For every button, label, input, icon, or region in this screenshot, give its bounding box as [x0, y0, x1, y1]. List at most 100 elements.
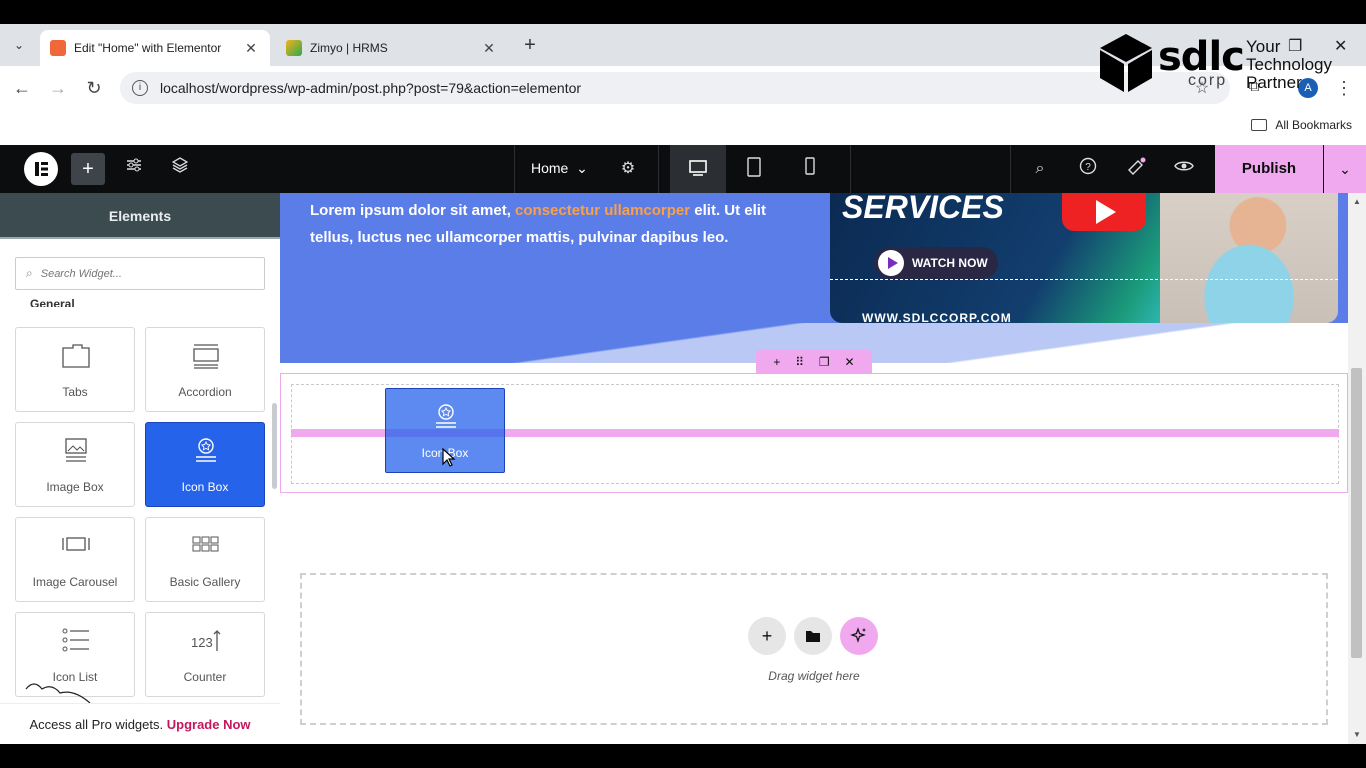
- image-carousel-icon: [62, 537, 90, 551]
- widget-image-box[interactable]: Image Box: [15, 422, 135, 507]
- zimyo-favicon-icon: [286, 40, 302, 56]
- site-info-icon[interactable]: i: [132, 80, 148, 96]
- tab-search-chevron-icon[interactable]: ⌄: [8, 34, 30, 56]
- forward-arrow-icon[interactable]: →: [48, 78, 68, 99]
- widget-tabs[interactable]: Tabs: [15, 327, 135, 412]
- publish-options-chevron-icon[interactable]: ⌄: [1324, 145, 1366, 193]
- divider: [514, 145, 515, 193]
- hero-text-highlight: consectetur ullamcorper: [515, 202, 691, 219]
- ai-sparkle-button[interactable]: [840, 617, 878, 655]
- elementor-top-bar: + Home ⌄ ⚙ ⌕ ? Publish ⌄: [0, 145, 1366, 193]
- widget-label: Image Carousel: [32, 575, 118, 589]
- help-icon[interactable]: ?: [1076, 157, 1100, 181]
- tabs-icon: [62, 344, 90, 368]
- elementor-logo-icon[interactable]: [24, 152, 58, 186]
- panel-scrollbar[interactable]: [272, 403, 277, 489]
- panel-title[interactable]: Elements: [0, 193, 280, 239]
- drop-hint: Drag widget here: [768, 669, 860, 683]
- section-toolbar: + ⠿ ❐ ✕: [756, 350, 872, 374]
- scroll-up-arrow-icon[interactable]: ▲: [1348, 197, 1366, 206]
- template-library-folder-icon[interactable]: [794, 617, 832, 655]
- widget-basic-gallery[interactable]: Basic Gallery: [145, 517, 265, 602]
- drag-handle-icon[interactable]: ⠿: [795, 355, 804, 369]
- divider: [1010, 145, 1011, 193]
- delete-section-icon[interactable]: ✕: [844, 355, 854, 369]
- tab-title: Zimyo | HRMS: [310, 41, 388, 55]
- svg-text:?: ?: [1085, 162, 1091, 173]
- widget-label: Counter: [183, 670, 227, 684]
- whats-new-megaphone-icon[interactable]: [1124, 157, 1148, 181]
- widget-label: Image Box: [46, 480, 104, 494]
- hero-section[interactable]: Lorem ipsum dolor sit amet, consectetur …: [280, 193, 1348, 343]
- site-settings-icon[interactable]: [122, 157, 146, 181]
- tab-elementor[interactable]: Edit "Home" with Elementor ✕: [40, 30, 270, 66]
- preview-eye-icon[interactable]: [1172, 157, 1196, 181]
- scrollbar-thumb[interactable]: [1351, 368, 1362, 658]
- scroll-down-arrow-icon[interactable]: ▼: [1348, 730, 1366, 739]
- mouse-pointer-icon: [442, 448, 456, 467]
- tab-zimyo[interactable]: Zimyo | HRMS ✕: [276, 30, 508, 66]
- upgrade-text: Access all Pro widgets.: [29, 717, 164, 732]
- tablet-view-icon[interactable]: [742, 157, 766, 181]
- tab-title: Edit "Home" with Elementor: [74, 41, 222, 55]
- widget-label: Tabs: [62, 385, 88, 399]
- counter-icon: 123: [191, 630, 221, 651]
- accordion-icon: [193, 344, 219, 369]
- screen-border-bottom: [0, 744, 1366, 768]
- canvas-scrollbar[interactable]: ▲ ▼: [1348, 193, 1366, 744]
- add-section-icon[interactable]: +: [773, 355, 780, 369]
- widget-label: Basic Gallery: [169, 575, 241, 589]
- screen-border-top: [0, 0, 1366, 24]
- search-icon: ⌕: [26, 266, 33, 280]
- search-widget-field[interactable]: ⌕: [15, 257, 265, 290]
- widget-icon-box[interactable]: Icon Box: [145, 422, 265, 507]
- upgrade-now-link[interactable]: Upgrade Now: [167, 717, 251, 732]
- all-bookmarks[interactable]: All Bookmarks: [1251, 118, 1352, 132]
- elements-panel: Elements ⌕ General Tabs Accordion Image …: [0, 193, 280, 744]
- widget-counter[interactable]: 123 Counter: [145, 612, 265, 697]
- duplicate-icon[interactable]: ❐: [819, 355, 830, 369]
- mobile-view-icon[interactable]: [798, 157, 822, 181]
- structure-layers-icon[interactable]: [168, 157, 192, 181]
- page-name: Home: [531, 160, 569, 176]
- svg-text:123: 123: [191, 635, 213, 650]
- editor-canvas: Lorem ipsum dolor sit amet, consectetur …: [280, 193, 1348, 744]
- bookmarks-bar: All Bookmarks: [0, 110, 1366, 145]
- close-tab-icon[interactable]: ✕: [242, 40, 260, 57]
- add-element-button[interactable]: +: [71, 153, 105, 185]
- cube-logo-icon: [1100, 34, 1152, 92]
- selection-guide: [830, 279, 1338, 280]
- icon-list-icon: [62, 628, 89, 652]
- play-icon: [878, 250, 904, 276]
- watch-now-button[interactable]: WATCH NOW: [874, 247, 998, 279]
- upgrade-banner: Access all Pro widgets. Upgrade Now: [0, 703, 280, 744]
- search-widget-input[interactable]: [40, 267, 241, 280]
- add-new-section-button[interactable]: +: [748, 617, 786, 655]
- desktop-view-button[interactable]: [670, 145, 726, 193]
- widget-label: Accordion: [178, 385, 232, 399]
- widget-image-carousel[interactable]: Image Carousel: [15, 517, 135, 602]
- youtube-play-icon: [1062, 193, 1146, 231]
- new-tab-icon[interactable]: +: [520, 34, 540, 57]
- sdlc-logo-watermark: sdlc corp Your Technology Partner: [1096, 30, 1366, 100]
- close-tab-icon[interactable]: ✕: [480, 40, 498, 57]
- back-arrow-icon[interactable]: ←: [12, 78, 32, 99]
- logo-sub: corp: [1188, 72, 1228, 89]
- publish-button[interactable]: Publish: [1215, 145, 1323, 193]
- image-box-icon: [65, 438, 87, 462]
- pro-promo-illustration-icon: [25, 683, 91, 703]
- page-selector[interactable]: Home ⌄: [531, 160, 588, 177]
- divider: [850, 145, 851, 193]
- page-settings-gear-icon[interactable]: ⚙: [616, 157, 640, 181]
- reload-icon[interactable]: ↻: [84, 78, 104, 99]
- hero-text[interactable]: Lorem ipsum dolor sit amet, consectetur …: [310, 197, 790, 251]
- all-bookmarks-label: All Bookmarks: [1275, 118, 1352, 132]
- finder-search-icon[interactable]: ⌕: [1028, 157, 1052, 181]
- hero-text-part: Lorem ipsum dolor sit amet,: [310, 202, 511, 219]
- drop-zone[interactable]: + Drag widget here: [300, 573, 1328, 725]
- address-bar[interactable]: i localhost/wordpress/wp-admin/post.php?…: [120, 72, 1230, 104]
- folder-icon: [1251, 119, 1268, 131]
- widget-accordion[interactable]: Accordion: [145, 327, 265, 412]
- category-label: General: [30, 297, 75, 307]
- promo-video-banner[interactable]: SERVICES WATCH NOW WWW.SDLCCORP.COM: [830, 193, 1338, 323]
